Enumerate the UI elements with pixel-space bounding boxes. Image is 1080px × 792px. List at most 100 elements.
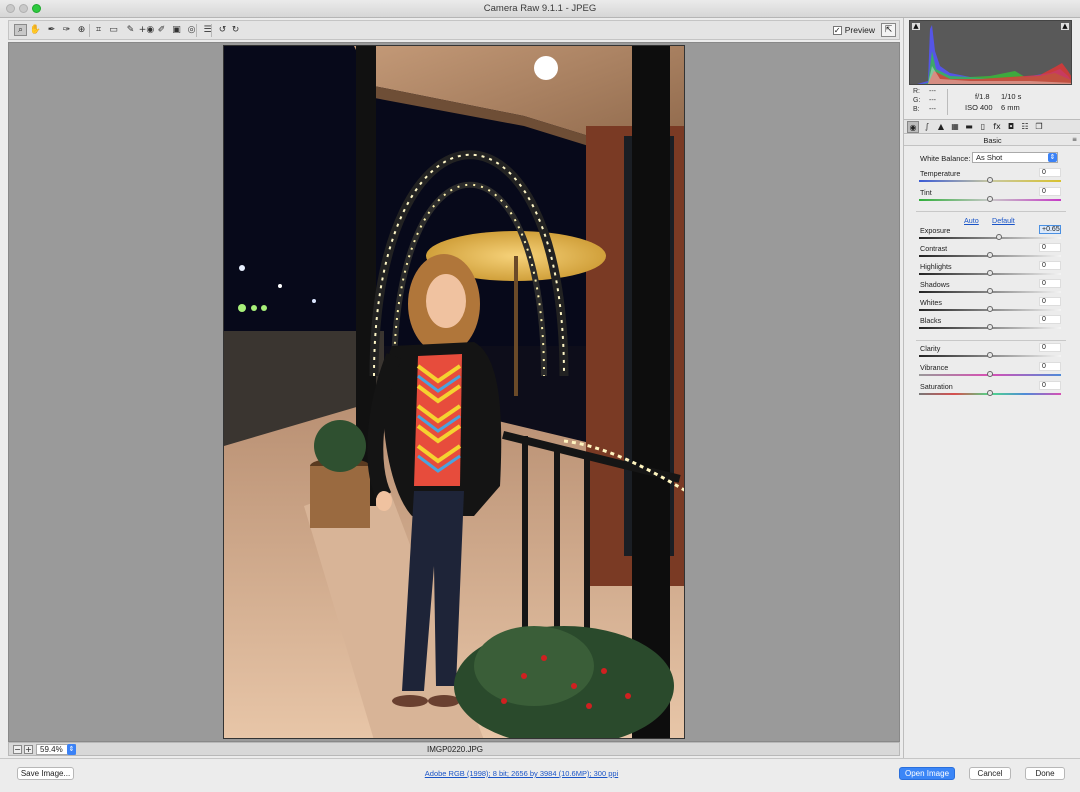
exposure-slider-track[interactable] (919, 237, 1061, 239)
clarity-label: Clarity (920, 344, 941, 353)
straighten-tool[interactable]: ▭ (107, 24, 120, 36)
saturation-slider-thumb[interactable] (987, 390, 993, 396)
graduated-filter-tool[interactable]: ▣ (170, 24, 183, 36)
aperture-icon: ◉ (909, 123, 917, 132)
highlights-slider-thumb[interactable] (987, 270, 993, 276)
blacks-value-field[interactable]: 0 (1039, 315, 1061, 324)
vibrance-value-field[interactable]: 0 (1039, 362, 1061, 371)
photo-preview[interactable] (223, 45, 685, 739)
toolbar-separator (211, 24, 212, 37)
shadow-clipping-warning-icon[interactable]: ▲ (912, 23, 920, 30)
exposure-slider-thumb[interactable] (996, 234, 1003, 240)
green-label: G: (913, 97, 921, 104)
rotate-cw-tool[interactable]: ↻ (229, 24, 242, 36)
temperature-slider-thumb[interactable] (987, 177, 993, 183)
default-link[interactable]: Default (992, 216, 1015, 225)
cancel-button[interactable]: Cancel (969, 767, 1011, 780)
whites-slider-thumb[interactable] (987, 306, 993, 312)
iso-value: ISO 400 (965, 103, 993, 112)
white-balance-label: White Balance: (920, 154, 971, 163)
red-eye-tool[interactable]: +◉ (139, 24, 154, 36)
hand-icon: ✋ (29, 25, 42, 35)
adjustment-brush-tool[interactable]: ✐ (155, 24, 168, 36)
vibrance-slider-thumb[interactable] (987, 371, 993, 377)
clarity-slider-row: Clarity 0 (919, 343, 1061, 362)
open-image-button[interactable]: Open Image (899, 767, 955, 780)
tab-hsl[interactable]: ▦ (949, 121, 961, 133)
spot-removal-tool[interactable]: ✎ (124, 24, 137, 36)
temperature-slider-row: Temperature 0 (919, 168, 1061, 187)
contrast-value-field[interactable]: 0 (1039, 243, 1061, 252)
detail-icon: ▲ (937, 122, 945, 131)
tab-camera-calibration[interactable]: ◘ (1005, 121, 1017, 133)
vibrance-label: Vibrance (920, 363, 949, 372)
blacks-slider-row: Blacks 0 (919, 315, 1061, 334)
vibrance-slider-row: Vibrance 0 (919, 362, 1061, 381)
image-preview-area[interactable] (8, 42, 900, 742)
tint-slider-thumb[interactable] (987, 196, 993, 202)
title-bar: Camera Raw 9.1.1 - JPEG (0, 0, 1080, 18)
color-sampler-tool[interactable]: ✑ (60, 24, 73, 36)
shadows-slider-thumb[interactable] (987, 288, 993, 294)
targeted-adjustment-tool[interactable]: ⊕ (75, 24, 88, 36)
radial-filter-icon: ◎ (187, 25, 196, 35)
clarity-value-field[interactable]: 0 (1039, 343, 1061, 352)
color-sampler-icon: ✑ (62, 25, 71, 35)
adjustments-panel: ▲ ▲ R: G: B: --- --- --- f/1.8 1/10 s IS… (903, 18, 1080, 758)
contrast-slider-thumb[interactable] (987, 252, 993, 258)
whites-value-field[interactable]: 0 (1039, 297, 1061, 306)
rotate-right-icon: ↻ (231, 25, 240, 35)
split-toning-icon: ▬ (965, 122, 973, 131)
tab-lens[interactable]: ▯ (977, 121, 989, 133)
saturation-value-field[interactable]: 0 (1039, 381, 1061, 390)
red-label: R: (913, 88, 920, 95)
temperature-value-field[interactable]: 0 (1039, 168, 1061, 177)
preview-checkbox[interactable]: ✓ Preview (832, 25, 875, 35)
tab-tone-curve[interactable]: ∫ (921, 121, 933, 133)
blacks-slider-thumb[interactable] (987, 324, 993, 330)
white-balance-select[interactable]: As Shot ⇕ (972, 152, 1058, 163)
green-value: --- (929, 97, 936, 104)
crop-tool[interactable]: ⌗ (92, 24, 105, 36)
histogram-graph (917, 25, 1071, 84)
white-balance-dropdown-arrow-icon[interactable]: ⇕ (1048, 153, 1057, 162)
tab-detail[interactable]: ▲ (935, 121, 947, 133)
zoom-tool[interactable]: ⌕ (14, 24, 27, 36)
auto-link[interactable]: Auto (964, 216, 979, 225)
preview-label: Preview (844, 25, 875, 35)
tab-presets[interactable]: ☷ (1019, 121, 1031, 133)
tab-basic[interactable]: ◉ (907, 121, 919, 133)
tab-effects[interactable]: fx (991, 121, 1003, 133)
workflow-options-link[interactable]: Adobe RGB (1998); 8 bit; 2656 by 3984 (1… (0, 769, 1043, 778)
shadows-label: Shadows (920, 280, 950, 289)
preview-checkbox-box[interactable]: ✓ (832, 25, 842, 35)
tab-split-toning[interactable]: ▬ (963, 121, 975, 133)
rotate-ccw-tool[interactable]: ↺ (216, 24, 229, 36)
saturation-label: Saturation (920, 382, 953, 391)
clarity-slider-thumb[interactable] (987, 352, 993, 358)
highlights-value-field[interactable]: 0 (1039, 261, 1061, 270)
tab-snapshots[interactable]: ❐ (1033, 121, 1045, 133)
tint-slider-row: Tint 0 (919, 187, 1061, 206)
shadows-slider-row: Shadows 0 (919, 279, 1061, 298)
pixel-info: R: G: B: --- --- --- f/1.8 1/10 s ISO 40… (909, 88, 1072, 116)
whites-label: Whites (920, 298, 942, 307)
panel-menu-icon[interactable]: ≡ (1072, 136, 1077, 143)
camera-icon: ◘ (1007, 122, 1015, 131)
exposure-value-field[interactable]: +0.65 (1039, 225, 1061, 234)
hsl-icon: ▦ (951, 122, 959, 131)
hand-tool[interactable]: ✋ (29, 24, 42, 36)
target-adjust-icon: ⊕ (77, 25, 86, 35)
done-button[interactable]: Done (1025, 767, 1065, 780)
toolbar-separator (196, 24, 197, 37)
white-balance-tool[interactable]: ✒ (45, 24, 58, 36)
shadows-value-field[interactable]: 0 (1039, 279, 1061, 288)
straighten-icon: ▭ (109, 25, 118, 35)
exposure-slider-row: Exposure +0.65 (919, 225, 1061, 244)
tint-value-field[interactable]: 0 (1039, 187, 1061, 196)
highlight-clipping-warning-icon[interactable]: ▲ (1061, 23, 1069, 30)
histogram: ▲ ▲ (909, 20, 1072, 85)
preferences-tool[interactable]: ☰ (201, 24, 214, 36)
info-divider (947, 89, 948, 115)
fullscreen-toggle-button[interactable]: ⇱ (881, 23, 896, 37)
